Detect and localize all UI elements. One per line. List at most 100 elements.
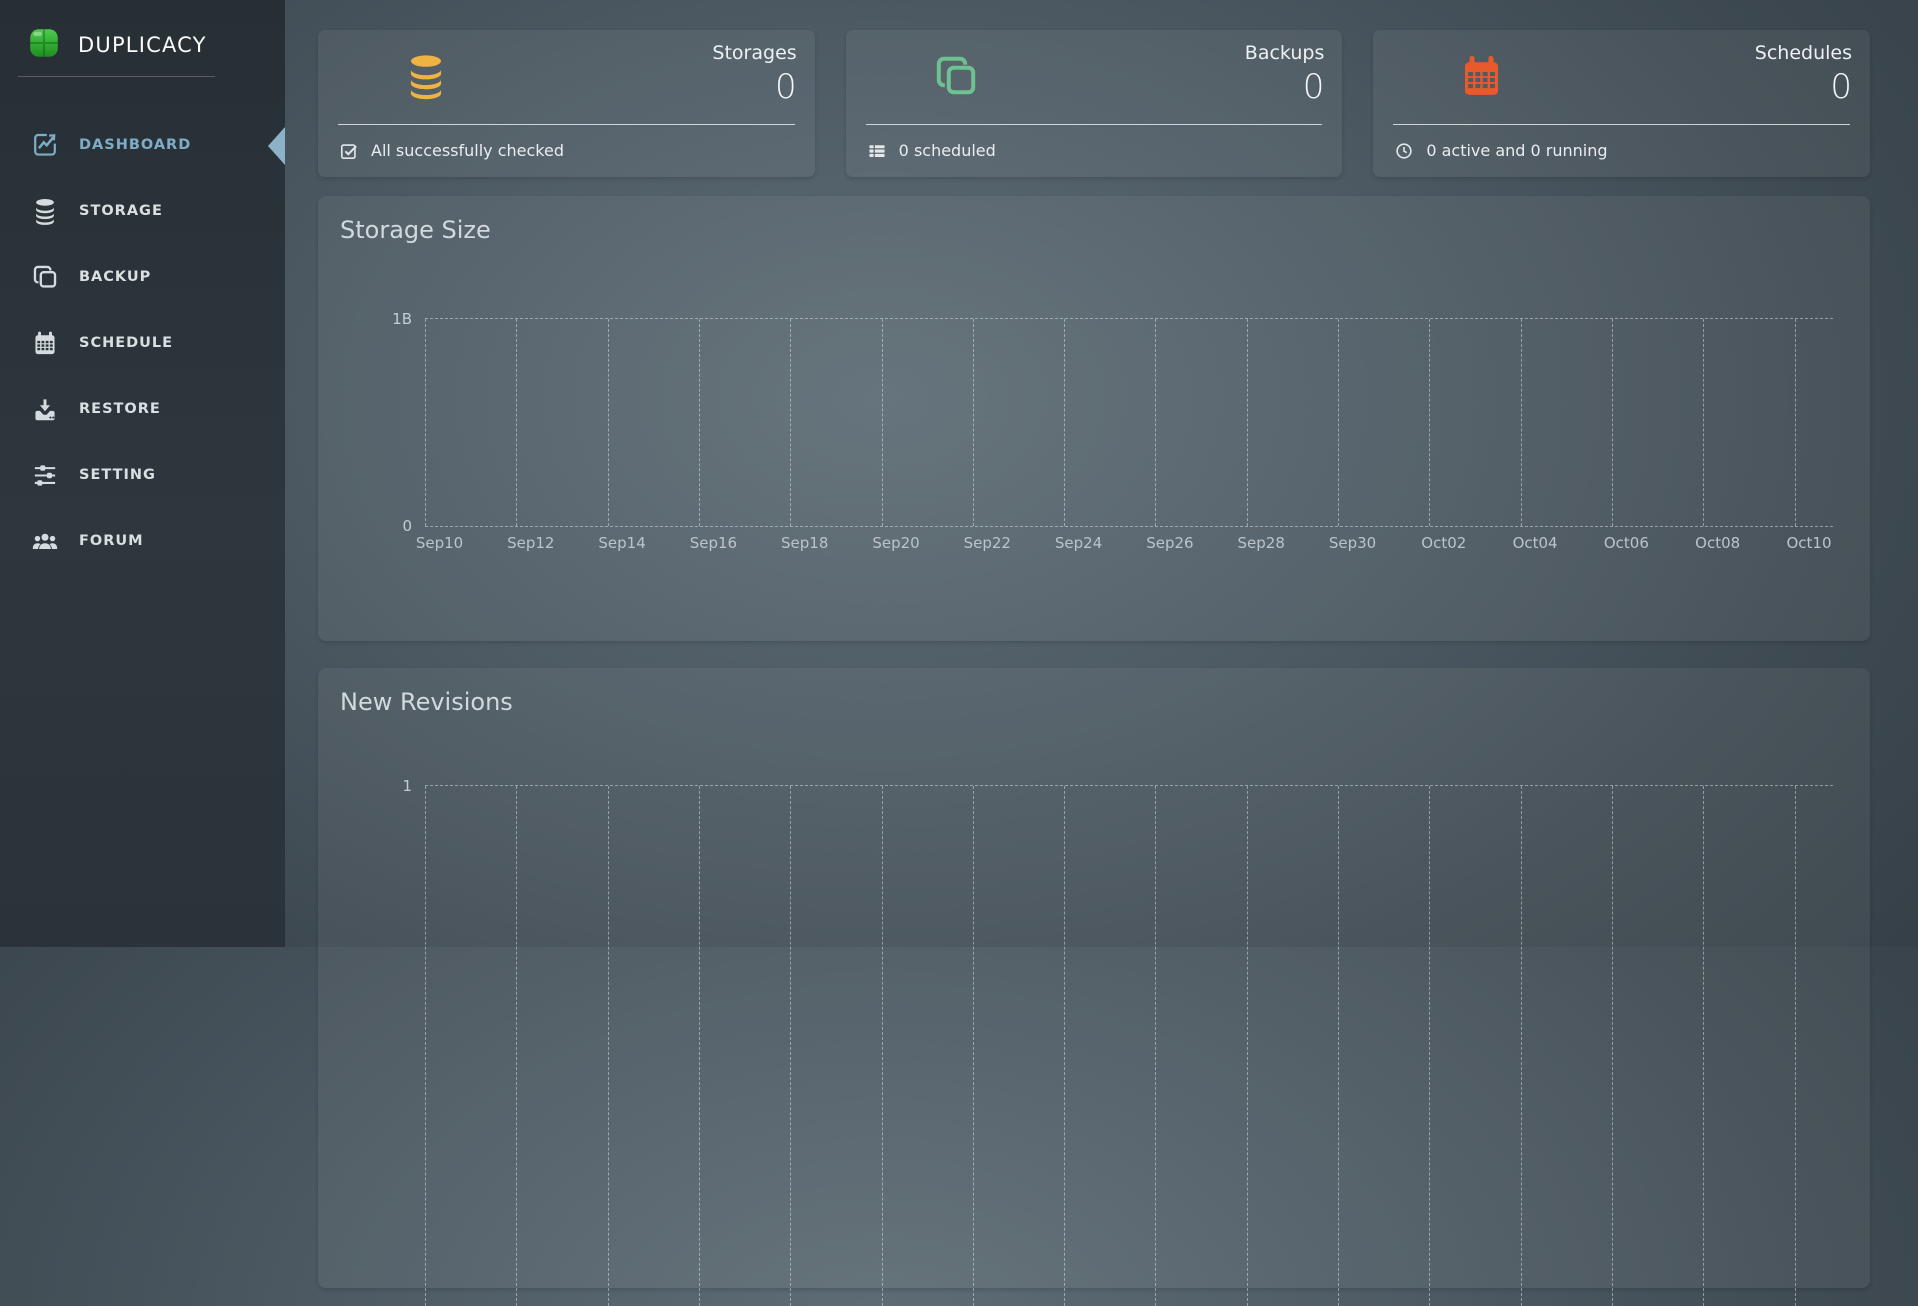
sidebar-item-label: RESTORE	[79, 401, 161, 417]
card-title: Schedules	[1755, 40, 1852, 67]
sidebar-item-dashboard[interactable]: DASHBOARD	[0, 112, 285, 178]
grid-line	[1703, 319, 1704, 526]
card-value: 0	[1755, 67, 1852, 107]
grid-line	[1795, 319, 1796, 526]
summary-cards-row: Storages 0 All successfully checked	[318, 30, 1870, 177]
storages-card-stats: Storages 0	[712, 40, 796, 107]
x-axis-tick: Oct02	[1421, 534, 1466, 552]
x-axis-tick: Sep22	[964, 534, 1011, 552]
dashboard-icon	[28, 131, 62, 159]
grid-line	[790, 319, 791, 526]
storage-size-chart: Sep10Sep12Sep14Sep16Sep18Sep20Sep22Sep24…	[425, 318, 1833, 527]
y-axis-tick: 0	[402, 517, 412, 535]
x-axis-tick: Sep12	[507, 534, 554, 552]
grid-line	[425, 319, 426, 526]
card-footer-text: All successfully checked	[371, 141, 564, 160]
storages-card-top: Storages 0	[318, 30, 815, 114]
card-title: Storages	[712, 40, 796, 67]
grid-line	[1612, 786, 1613, 1306]
grid-line	[1247, 319, 1248, 526]
backups-card[interactable]: Backups 0 0 scheduled	[846, 30, 1343, 177]
schedules-card[interactable]: Schedules 0 0 active and 0 running	[1373, 30, 1870, 177]
sidebar-item-setting[interactable]: SETTING	[0, 442, 285, 508]
card-footer-text: 0 scheduled	[899, 141, 996, 160]
x-axis-tick: Sep26	[1146, 534, 1193, 552]
sidebar-item-storage[interactable]: STORAGE	[0, 178, 285, 244]
sidebar-item-label: FORUM	[79, 533, 144, 549]
card-footer-text: 0 active and 0 running	[1426, 141, 1607, 160]
x-axis-tick: Oct04	[1513, 534, 1558, 552]
grid-line	[1247, 786, 1248, 1306]
sidebar-nav: DASHBOARD STORAGE BACKUP	[0, 112, 285, 574]
grid-line	[699, 786, 700, 1306]
y-axis-tick: 1B	[392, 310, 412, 328]
storages-card[interactable]: Storages 0 All successfully checked	[318, 30, 815, 177]
grid-line	[1521, 319, 1522, 526]
grid-line	[1155, 319, 1156, 526]
grid-line	[516, 319, 517, 526]
sidebar: DUPLICACY DASHBOARD S	[0, 0, 285, 947]
storage-size-panel: Storage Size Sep10Sep12Sep14Sep16Sep18Se…	[318, 196, 1870, 641]
x-axis-tick: Sep18	[781, 534, 828, 552]
copy-icon	[932, 52, 980, 104]
grid-line	[1429, 319, 1430, 526]
card-value: 0	[1245, 67, 1325, 107]
new-revisions-chart: 1	[425, 785, 1833, 1306]
main-content: Storages 0 All successfully checked	[285, 0, 1918, 947]
grid-line	[1795, 786, 1796, 1306]
grid-line	[1155, 786, 1156, 1306]
x-axis-tick: Sep30	[1329, 534, 1376, 552]
calendar-icon	[1459, 52, 1504, 105]
backup-icon	[28, 263, 62, 291]
x-axis-tick: Oct06	[1604, 534, 1649, 552]
sidebar-item-label: SETTING	[79, 467, 156, 483]
grid-line	[1338, 319, 1339, 526]
sidebar-item-forum[interactable]: FORUM	[0, 508, 285, 574]
active-item-marker	[268, 127, 285, 165]
sidebar-item-label: DASHBOARD	[79, 137, 191, 153]
grid-line	[1338, 786, 1339, 1306]
x-axis-tick: Sep10	[416, 534, 463, 552]
backups-card-footer: 0 scheduled	[846, 125, 1343, 176]
database-icon	[404, 52, 448, 105]
grid-line	[1521, 786, 1522, 1306]
restore-icon	[28, 396, 62, 423]
new-revisions-panel: New Revisions 1	[318, 668, 1870, 1288]
new-revisions-title: New Revisions	[340, 688, 513, 716]
sidebar-item-schedule[interactable]: SCHEDULE	[0, 310, 285, 376]
storage-icon	[28, 197, 62, 226]
list-icon	[868, 142, 886, 160]
grid-line	[516, 786, 517, 1306]
grid-line	[882, 319, 883, 526]
grid-line	[425, 786, 426, 1306]
grid-line	[699, 319, 700, 526]
sidebar-item-restore[interactable]: RESTORE	[0, 376, 285, 442]
grid-line	[1064, 319, 1065, 526]
clock-icon	[1395, 142, 1413, 160]
sidebar-item-backup[interactable]: BACKUP	[0, 244, 285, 310]
sidebar-item-label: BACKUP	[79, 269, 151, 285]
grid-line	[608, 786, 609, 1306]
storages-card-footer: All successfully checked	[318, 125, 815, 176]
check-square-icon	[340, 142, 358, 160]
x-axis-tick: Sep24	[1055, 534, 1102, 552]
grid-line	[882, 786, 883, 1306]
grid-line	[790, 786, 791, 1306]
schedules-card-footer: 0 active and 0 running	[1373, 125, 1870, 176]
x-axis-tick: Sep20	[872, 534, 919, 552]
logo-row: DUPLICACY	[0, 0, 285, 74]
x-axis-tick: Sep28	[1238, 534, 1285, 552]
sidebar-item-label: STORAGE	[79, 203, 163, 219]
storage-size-title: Storage Size	[340, 216, 491, 244]
grid-line	[973, 319, 974, 526]
sidebar-divider	[18, 76, 215, 77]
forum-icon	[28, 528, 62, 555]
grid-line	[608, 319, 609, 526]
schedules-card-stats: Schedules 0	[1755, 40, 1852, 107]
x-axis-tick: Oct08	[1695, 534, 1740, 552]
sidebar-item-label: SCHEDULE	[79, 335, 173, 351]
grid-line	[1429, 786, 1430, 1306]
app-title: DUPLICACY	[78, 33, 207, 57]
card-title: Backups	[1245, 40, 1325, 67]
backups-card-stats: Backups 0	[1245, 40, 1325, 107]
